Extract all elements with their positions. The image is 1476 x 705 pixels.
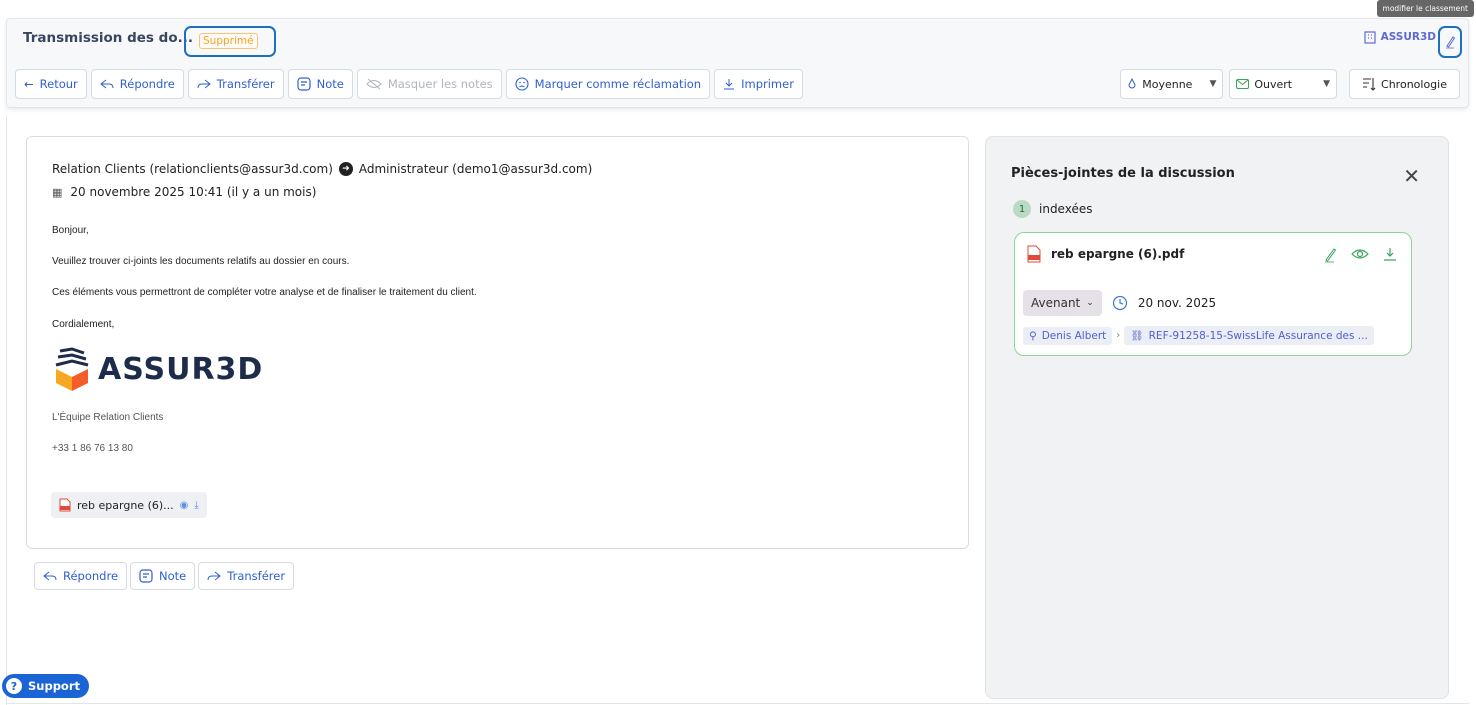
building-icon <box>1363 31 1376 44</box>
pdf-icon <box>1027 245 1041 263</box>
person-link[interactable]: ⚲ Denis Albert <box>1023 326 1113 345</box>
reply-button[interactable]: Répondre <box>90 69 184 99</box>
chevron-down-icon: ▼ <box>1209 79 1217 89</box>
contract-link[interactable]: ⛓ REF-91258-15-SwissLife Assurance des .… <box>1124 326 1374 345</box>
logo-text: ASSUR3D <box>98 351 264 387</box>
envelope-icon <box>1236 79 1250 89</box>
panel-title: Pièces-jointes de la discussion <box>1011 166 1235 181</box>
message-date: 20 novembre 2025 10:41 (il y a un mois) <box>70 185 317 199</box>
back-button[interactable]: ← Retour <box>15 69 87 99</box>
chevron-right-icon: › <box>1116 330 1121 341</box>
action-toolbar: ← Retour Répondre Transférer Note Masque… <box>15 69 803 99</box>
message-sender: Relation Clients (relationclients@assur3… <box>52 162 333 176</box>
note-icon <box>296 77 311 91</box>
timeline-icon <box>1363 78 1376 91</box>
reply-icon <box>99 79 114 89</box>
attachment-details: Avenant ⌄ 20 nov. 2025 <box>1023 290 1216 316</box>
help-icon: ? <box>6 678 22 694</box>
attachment-card[interactable]: reb epargne (6).pdf Avenant ⌄ 20 nov. 20… <box>1014 232 1412 356</box>
frown-icon <box>515 77 529 91</box>
print-button[interactable]: Imprimer <box>714 69 803 99</box>
note-button[interactable]: Note <box>287 69 353 99</box>
download-icon[interactable] <box>1383 247 1397 261</box>
attachment-links: ⚲ Denis Albert › ⛓ REF-91258-15-SwissLif… <box>1023 326 1374 345</box>
attachment-actions <box>1323 247 1397 263</box>
note-icon <box>139 569 153 583</box>
note-button[interactable]: Note <box>130 562 196 590</box>
forward-button[interactable]: Transférer <box>187 69 284 99</box>
attachment-name-row: reb epargne (6).pdf <box>1027 245 1184 263</box>
message-line: Bonjour, <box>52 225 89 236</box>
status-tools: Moyenne ▼ Ouvert ▼ Chronologie <box>1120 69 1460 99</box>
conversation-header: Transmission des do... Supprimé ASSUR3D … <box>6 18 1469 108</box>
priority-select[interactable]: Moyenne ▼ <box>1120 69 1224 99</box>
organization-link[interactable]: ASSUR3D <box>1363 30 1436 44</box>
arrow-left-icon: ← <box>24 77 34 91</box>
message-date-row: ▦ 20 novembre 2025 10:41 (il y a un mois… <box>52 185 316 199</box>
document-type-select[interactable]: Avenant ⌄ <box>1023 290 1102 316</box>
message-recipient: Administrateur (demo1@assur3d.com) <box>358 162 593 176</box>
attachments-panel: Pièces-jointes de la discussion ✕ 1 inde… <box>985 136 1449 699</box>
message-card: Relation Clients (relationclients@assur3… <box>26 136 969 549</box>
tooltip: modifier le classement <box>1376 0 1474 17</box>
company-logo: ASSUR3D <box>52 347 263 391</box>
timeline-button[interactable]: Chronologie <box>1349 69 1460 99</box>
forward-button[interactable]: Transférer <box>198 562 295 590</box>
attachment-chip[interactable]: reb epargne (6)... ◉ ⤓ <box>51 492 207 518</box>
indexed-label: indexées <box>1039 202 1093 216</box>
forward-icon <box>197 79 211 89</box>
pencil-icon <box>1446 36 1456 49</box>
signature-team: L'Équipe Relation Clients <box>52 412 164 423</box>
calendar-icon: ▦ <box>52 185 63 199</box>
signature-phone: +33 1 86 76 13 80 <box>52 443 133 454</box>
eye-off-icon <box>366 78 382 90</box>
chevron-down-icon: ⌄ <box>1086 298 1094 308</box>
message-line: Ces éléments vous permettront de complét… <box>52 287 477 298</box>
arrow-right-icon: ➜ <box>338 162 353 176</box>
reply-icon <box>43 571 57 581</box>
state-select[interactable]: Ouvert ▼ <box>1229 69 1338 99</box>
page-frame-left <box>6 115 7 705</box>
attachment-chip-name: reb epargne (6)... <box>77 498 174 512</box>
eye-icon[interactable]: ◉ <box>180 500 189 511</box>
eye-icon[interactable] <box>1351 247 1369 261</box>
logo-mark-icon <box>55 347 89 391</box>
pencil-icon[interactable] <box>1323 247 1337 263</box>
organization-name: ASSUR3D <box>1380 31 1436 43</box>
link-icon: ⛓ <box>1130 330 1144 342</box>
priority-drop-icon <box>1128 78 1136 89</box>
hide-notes-button[interactable]: Masquer les notes <box>356 69 502 99</box>
status-badge-highlight: Supprimé <box>184 26 276 57</box>
mark-claim-button[interactable]: Marquer comme réclamation <box>505 69 711 99</box>
indexed-count-badge: 1 <box>1013 200 1031 218</box>
reply-button[interactable]: Répondre <box>34 562 128 590</box>
edit-classification-button[interactable] <box>1438 26 1462 58</box>
pdf-icon <box>59 498 71 512</box>
clock-icon <box>1112 295 1127 311</box>
forward-icon <box>207 571 222 581</box>
support-button[interactable]: ? Support <box>2 674 90 698</box>
attachment-date: 20 nov. 2025 <box>1137 296 1217 310</box>
message-participants: Relation Clients (relationclients@assur3… <box>52 162 592 176</box>
close-icon[interactable]: ✕ <box>1403 164 1420 188</box>
conversation-title: Transmission des do... <box>23 30 193 46</box>
message-line: Veuillez trouver ci-joints les documents… <box>52 256 350 267</box>
user-icon: ⚲ <box>1029 329 1037 342</box>
page-frame-bottom <box>6 703 1469 704</box>
chevron-down-icon: ▼ <box>1323 79 1331 89</box>
bottom-actions: Répondre Note Transférer <box>34 562 295 590</box>
download-icon[interactable]: ⤓ <box>194 500 198 511</box>
status-badge: Supprimé <box>199 33 258 49</box>
message-line: Cordialement, <box>52 319 115 330</box>
attachment-name: reb epargne (6).pdf <box>1051 247 1185 261</box>
indexed-count: 1 indexées <box>1013 200 1092 218</box>
download-icon <box>724 79 735 90</box>
